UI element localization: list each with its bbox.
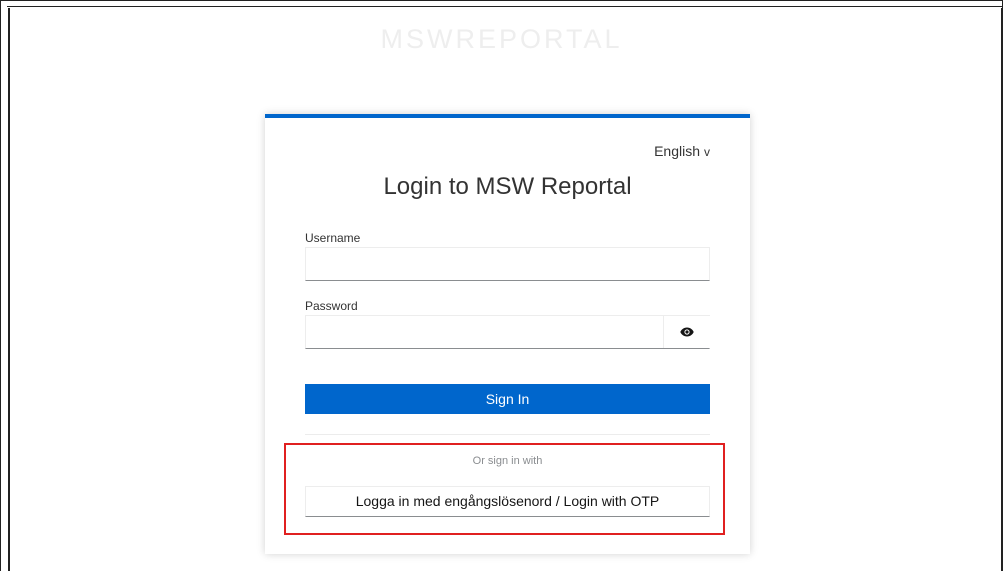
language-label: English [654,143,700,159]
username-label: Username [305,231,361,245]
page-title: Login to MSW Reportal [383,173,632,200]
show-password-button[interactable] [663,316,710,348]
eye-icon [680,327,694,337]
brand-logo: MSWREPORTAL [380,24,623,54]
password-label: Password [305,299,358,313]
divider [305,434,710,435]
frame-top-rule [7,6,1003,7]
language-selector[interactable]: English v [654,143,710,159]
chevron-down-icon: v [704,145,710,159]
sign-in-button[interactable]: Sign In [305,384,710,414]
username-input[interactable] [305,247,710,281]
highlight-box [284,443,725,535]
password-input[interactable] [305,315,710,349]
